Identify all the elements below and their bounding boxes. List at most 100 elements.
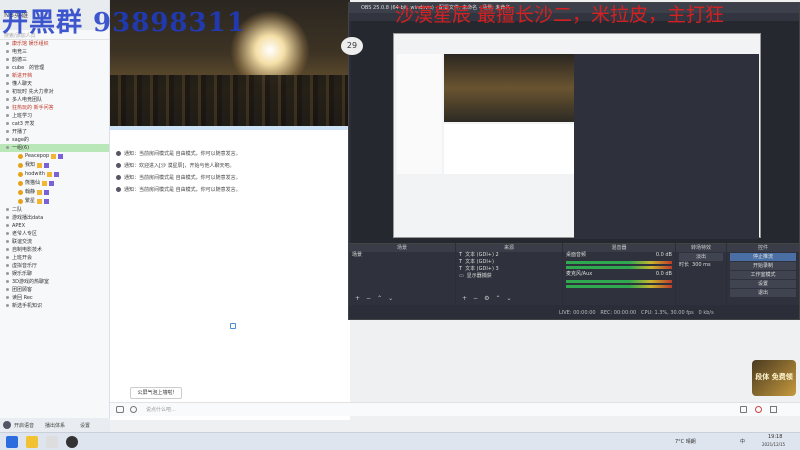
up-icon[interactable]: ⌃ bbox=[377, 295, 382, 302]
settings-button[interactable]: 设置 bbox=[730, 280, 796, 288]
windows-start-icon[interactable] bbox=[6, 436, 18, 448]
channel-dot-icon bbox=[6, 74, 9, 77]
channel-list: 康乐馆 娱乐组织 电竞三 韵德三 cube 的管理 新进开档 懂人聊天 初玩时 先大力拿对多… bbox=[0, 40, 109, 144]
channel-dot-icon bbox=[6, 296, 9, 299]
studio-mode-button[interactable]: 工作室模式 bbox=[730, 271, 796, 279]
channel-dot-icon bbox=[6, 232, 9, 235]
down-icon[interactable]: ⌄ bbox=[506, 295, 511, 302]
active-channel[interactable]: 一组(6) bbox=[0, 144, 109, 152]
exit-button[interactable]: 退出 bbox=[730, 289, 796, 297]
channel-item[interactable]: 韵德三 bbox=[0, 56, 109, 64]
gamepad-icon[interactable] bbox=[116, 406, 124, 413]
lol-icon[interactable] bbox=[26, 436, 38, 448]
channel-dot-icon bbox=[6, 106, 9, 109]
channel-item[interactable]: 多人电竞团队 bbox=[0, 96, 109, 104]
channel-item[interactable]: 狂热玩的 新手问答 bbox=[0, 104, 109, 112]
image-icon[interactable] bbox=[740, 406, 747, 413]
user-item[interactable]: 繁星 bbox=[0, 197, 109, 206]
channel-item[interactable]: 懂人聊天 bbox=[0, 80, 109, 88]
source-item[interactable]: T 文本 (GDI+) 3 bbox=[456, 266, 562, 273]
obs-preview-canvas[interactable]: 29 bbox=[341, 21, 799, 243]
channel-dot-icon bbox=[6, 42, 9, 45]
channel-item[interactable]: 读回 Rec bbox=[0, 294, 109, 302]
add-icon[interactable]: + bbox=[355, 295, 360, 302]
mic-toggle-button[interactable]: 开启语音 bbox=[14, 422, 34, 429]
channel-item[interactable]: 电竞三 bbox=[0, 48, 109, 56]
source-item[interactable]: T 文本 (GDI+) 2 bbox=[456, 252, 562, 259]
up-icon[interactable]: ⌃ bbox=[495, 295, 500, 302]
down-icon[interactable]: ⌄ bbox=[388, 295, 393, 302]
user-item[interactable]: Peacepop bbox=[0, 152, 109, 161]
pinned-message-bubble[interactable]: 公屏气泡上墙啦! bbox=[130, 387, 182, 399]
transitions-panel: 转场特效 淡出 时长 300 ms bbox=[676, 243, 726, 305]
gear-icon[interactable]: ⚙ bbox=[484, 295, 489, 302]
user-item[interactable]: 熊猫仙 bbox=[0, 179, 109, 188]
user-item[interactable]: 我知 bbox=[0, 161, 109, 170]
remove-icon[interactable]: − bbox=[473, 295, 478, 302]
scene-item[interactable]: 场景 bbox=[349, 252, 455, 259]
channel-item[interactable]: cube 的管理 bbox=[0, 64, 109, 72]
info-icon bbox=[116, 151, 121, 156]
vip-badge-icon bbox=[44, 199, 50, 204]
stop-stream-button[interactable]: 停止推流 bbox=[730, 253, 796, 261]
channel-item[interactable]: 游戏播出data bbox=[0, 214, 109, 222]
channel-dot-icon bbox=[6, 146, 9, 149]
emoji-icon[interactable] bbox=[130, 406, 137, 413]
mixer-track: 桌面音频 0.0 dB bbox=[566, 252, 672, 258]
level-badge-icon bbox=[51, 154, 57, 159]
channel-item[interactable]: 联谊交流 bbox=[0, 238, 109, 246]
channel-item[interactable]: cat3 开发 bbox=[0, 120, 109, 128]
broadcast-button[interactable]: 播出体系 bbox=[45, 422, 65, 429]
live-timer: LIVE: 00:00:00 bbox=[559, 310, 596, 316]
add-icon[interactable]: + bbox=[462, 295, 467, 302]
captured-desktop bbox=[393, 33, 761, 239]
transition-select[interactable]: 淡出 bbox=[679, 253, 723, 261]
user-item[interactable]: 翰静 bbox=[0, 188, 109, 197]
channel-item[interactable]: 团团顾客 bbox=[0, 286, 109, 294]
channel-item[interactable]: 上班开会 bbox=[0, 254, 109, 262]
channel-item[interactable]: 初玩时 先大力拿对 bbox=[0, 88, 109, 96]
channel-item[interactable]: sage的 bbox=[0, 136, 109, 144]
channel-dot-icon bbox=[6, 256, 9, 259]
remove-icon[interactable]: − bbox=[366, 295, 371, 302]
channel-item[interactable]: 老爷人专区 bbox=[0, 230, 109, 238]
sources-title: 来源 bbox=[456, 244, 562, 252]
channel-dot-icon bbox=[6, 208, 9, 211]
user-avatar bbox=[18, 190, 23, 195]
scenes-panel: 场景 场景 + − ⌃ ⌄ bbox=[349, 243, 455, 305]
channel-dot-icon bbox=[6, 90, 9, 93]
monitor-icon: ▭ bbox=[459, 273, 464, 279]
start-record-button[interactable]: 开始录制 bbox=[730, 262, 796, 270]
source-toolbar: + − ⚙ ⌃ ⌄ bbox=[459, 294, 515, 303]
channel-item[interactable]: 3D游戏的热聊室 bbox=[0, 278, 109, 286]
channel-item[interactable]: 上班学习 bbox=[0, 112, 109, 120]
channel-item[interactable]: 自制电影技术 bbox=[0, 246, 109, 254]
settings-button[interactable]: 设置 bbox=[80, 422, 90, 429]
chat-input[interactable]: 说点什么吧... bbox=[146, 406, 176, 413]
input-lang[interactable]: 中 bbox=[740, 438, 745, 445]
channel-item[interactable]: 娱乐乐聊 bbox=[0, 270, 109, 278]
channel-item[interactable]: 新进开档 bbox=[0, 72, 109, 80]
channel-item[interactable]: 二队 bbox=[0, 206, 109, 214]
info-icon bbox=[116, 187, 121, 192]
channel-dot-icon bbox=[6, 82, 9, 85]
captured-obs-recursion bbox=[574, 54, 759, 239]
duration-input[interactable]: 300 ms bbox=[692, 262, 711, 269]
obs-icon[interactable] bbox=[66, 436, 78, 448]
vip-badge-icon bbox=[44, 163, 50, 168]
source-item[interactable]: ▭ 显示器捕获 bbox=[456, 273, 562, 280]
channel-item[interactable]: APEX bbox=[0, 222, 109, 230]
user-item[interactable]: hodwith bbox=[0, 170, 109, 179]
channel-item[interactable]: 开播了 bbox=[0, 128, 109, 136]
channel-item[interactable]: 新选手机知识 bbox=[0, 302, 109, 310]
avatar[interactable] bbox=[3, 421, 11, 429]
promo-badge[interactable]: 段体 免费领 bbox=[752, 360, 796, 396]
channel-item[interactable]: 康乐馆 娱乐组织 bbox=[0, 40, 109, 48]
channel-dot-icon bbox=[6, 304, 9, 307]
channel-dot-icon bbox=[6, 58, 9, 61]
voice-app-icon[interactable] bbox=[46, 436, 58, 448]
source-item[interactable]: T 文本 (GDI+) bbox=[456, 259, 562, 266]
channel-item[interactable]: 虚拟音乐厅 bbox=[0, 262, 109, 270]
record-icon[interactable] bbox=[755, 406, 762, 413]
more-icon[interactable] bbox=[770, 406, 777, 413]
